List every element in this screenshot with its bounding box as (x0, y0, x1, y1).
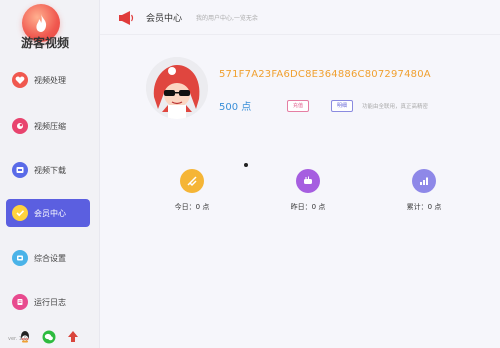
sidebar-item-label: 运行日志 (34, 297, 66, 307)
stat-today: 今日：0 点 (174, 203, 210, 211)
header-divider (100, 34, 500, 35)
download-icon (12, 162, 28, 178)
header: 会员中心 我的用户中心,一览无余 (100, 0, 500, 36)
page-subtitle: 我的用户中心,一览无余 (196, 15, 258, 22)
sidebar-item-label: 会员中心 (34, 208, 66, 218)
feature-note: 功能由全联用，真正高精密 (362, 104, 429, 110)
stat-total: 累计：0 点 (406, 203, 442, 211)
heart-icon (12, 72, 28, 88)
cup-icon (296, 169, 320, 193)
settings-icon (12, 250, 28, 266)
avatar (146, 57, 208, 119)
sidebar-item-member-center[interactable]: 会员中心 (6, 199, 90, 227)
chart-icon (412, 169, 436, 193)
megaphone-icon (119, 11, 134, 25)
log-icon (12, 294, 28, 310)
wechat-icon[interactable] (42, 329, 56, 344)
detail-button[interactable]: 明细 (331, 100, 354, 112)
sidebar-item-run-log[interactable]: 运行日志 (6, 288, 90, 316)
version-label: ver. 1.0 (8, 336, 27, 342)
app-name: 游客视频 (20, 36, 69, 50)
points-total: 500 点 (219, 102, 252, 113)
compress-icon (12, 118, 28, 134)
sidebar-item-label: 视频压缩 (34, 121, 66, 131)
member-id: 571F7A23FA6DC8E364886C807297480A (219, 69, 431, 80)
recharge-button[interactable]: 充值 (287, 100, 310, 112)
up-arrow-icon[interactable] (66, 329, 80, 343)
sidebar-item-label: 视频下载 (34, 165, 66, 175)
sidebar-item-video-process[interactable]: 视频处理 (6, 66, 90, 94)
bottom-icons (18, 329, 80, 344)
star-icon (12, 205, 28, 221)
sidebar-item-video-download[interactable]: 视频下载 (6, 156, 90, 184)
sidebar-item-settings[interactable]: 综合设置 (6, 244, 90, 272)
sidebar: 游客视频 视频处理 视频压缩 视频下载 会员中心 综合设置 运行日志 ver. … (0, 0, 100, 348)
cursor-dot (244, 163, 248, 167)
flame-icon (36, 14, 47, 32)
sidebar-item-video-compress[interactable]: 视频压缩 (6, 112, 90, 140)
sidebar-item-label: 视频处理 (34, 75, 66, 85)
stat-yesterday: 昨日：0 点 (290, 203, 326, 211)
coin-icon (180, 169, 204, 193)
sidebar-item-label: 综合设置 (34, 253, 66, 263)
page-title: 会员中心 (146, 14, 183, 24)
